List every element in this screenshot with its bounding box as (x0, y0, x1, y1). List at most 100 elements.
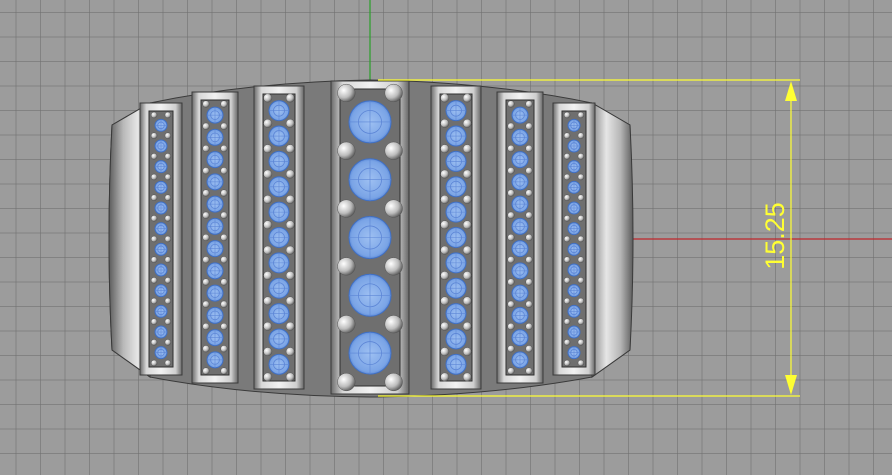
prong (525, 322, 533, 331)
prong (577, 173, 585, 181)
prong (150, 132, 158, 139)
prong (507, 278, 515, 286)
prong (150, 111, 158, 119)
prong (384, 372, 403, 392)
prong (337, 257, 356, 276)
prong (563, 153, 571, 160)
prong (337, 315, 356, 334)
prong (440, 195, 450, 204)
prong (164, 318, 172, 325)
prong (462, 220, 472, 230)
prong (507, 144, 515, 153)
prong (263, 195, 273, 204)
prong (285, 347, 295, 357)
prong (525, 278, 533, 286)
prong (150, 235, 158, 243)
stone-channels (139, 80, 596, 395)
prong (440, 144, 450, 154)
prong (164, 256, 172, 263)
prong (285, 220, 295, 230)
prong (462, 144, 472, 154)
prong (525, 122, 533, 130)
prong (577, 277, 585, 284)
prong (440, 296, 450, 306)
prong (150, 318, 158, 325)
prong (202, 189, 210, 197)
prong (462, 93, 472, 103)
prong (507, 367, 515, 375)
prong (440, 169, 450, 179)
viewport-canvas[interactable]: 15.25 (0, 0, 892, 475)
prong (337, 141, 356, 160)
prong (285, 296, 295, 306)
prong (150, 194, 158, 201)
prong (202, 167, 210, 175)
prong (577, 111, 585, 119)
prong (150, 277, 158, 284)
prong (563, 194, 571, 201)
prong (150, 153, 158, 160)
prong (202, 256, 210, 264)
prong (285, 245, 295, 255)
prong (462, 271, 472, 280)
prong (202, 278, 210, 286)
prong (150, 256, 158, 263)
prong (525, 233, 533, 242)
prong (263, 347, 273, 357)
prong (462, 195, 472, 204)
prong (462, 321, 472, 331)
prong (150, 359, 158, 367)
prong (525, 144, 533, 153)
prong (563, 215, 571, 222)
prong (384, 257, 403, 276)
prong (462, 296, 472, 306)
prong (525, 256, 533, 264)
prong (285, 195, 295, 204)
prong (507, 300, 515, 308)
prong (563, 235, 571, 243)
prong (285, 321, 295, 331)
prong (285, 93, 295, 103)
prong (384, 83, 403, 103)
prong (563, 111, 571, 119)
prong (440, 372, 450, 382)
prong (337, 199, 356, 218)
prong (577, 153, 585, 160)
prong (440, 347, 450, 357)
prong (577, 339, 585, 346)
dimension-value: 15.25 (760, 202, 790, 270)
prong (263, 245, 273, 255)
prong (202, 122, 210, 130)
prong (285, 118, 295, 128)
prong (440, 321, 450, 331)
prong (220, 167, 228, 175)
prong (462, 118, 472, 128)
prong (525, 345, 533, 353)
prong (220, 211, 228, 219)
prong (507, 211, 515, 219)
prong (337, 372, 356, 392)
prong (563, 339, 571, 346)
prong (384, 199, 403, 218)
prong (462, 372, 472, 382)
prong (577, 318, 585, 325)
prong (220, 278, 228, 286)
prong (577, 215, 585, 222)
prong (337, 83, 356, 103)
prong (220, 144, 228, 153)
prong (164, 339, 172, 346)
prong (164, 359, 172, 367)
prong (164, 132, 172, 139)
prong (563, 318, 571, 325)
prong (263, 144, 273, 154)
prong (507, 167, 515, 175)
prong (263, 220, 273, 230)
prong (220, 300, 228, 308)
prong (525, 211, 533, 219)
prong (202, 367, 210, 375)
prong (263, 93, 273, 103)
prong (150, 339, 158, 346)
prong (577, 194, 585, 201)
prong (440, 271, 450, 280)
rhino-viewport[interactable]: 15.25 (0, 0, 892, 475)
